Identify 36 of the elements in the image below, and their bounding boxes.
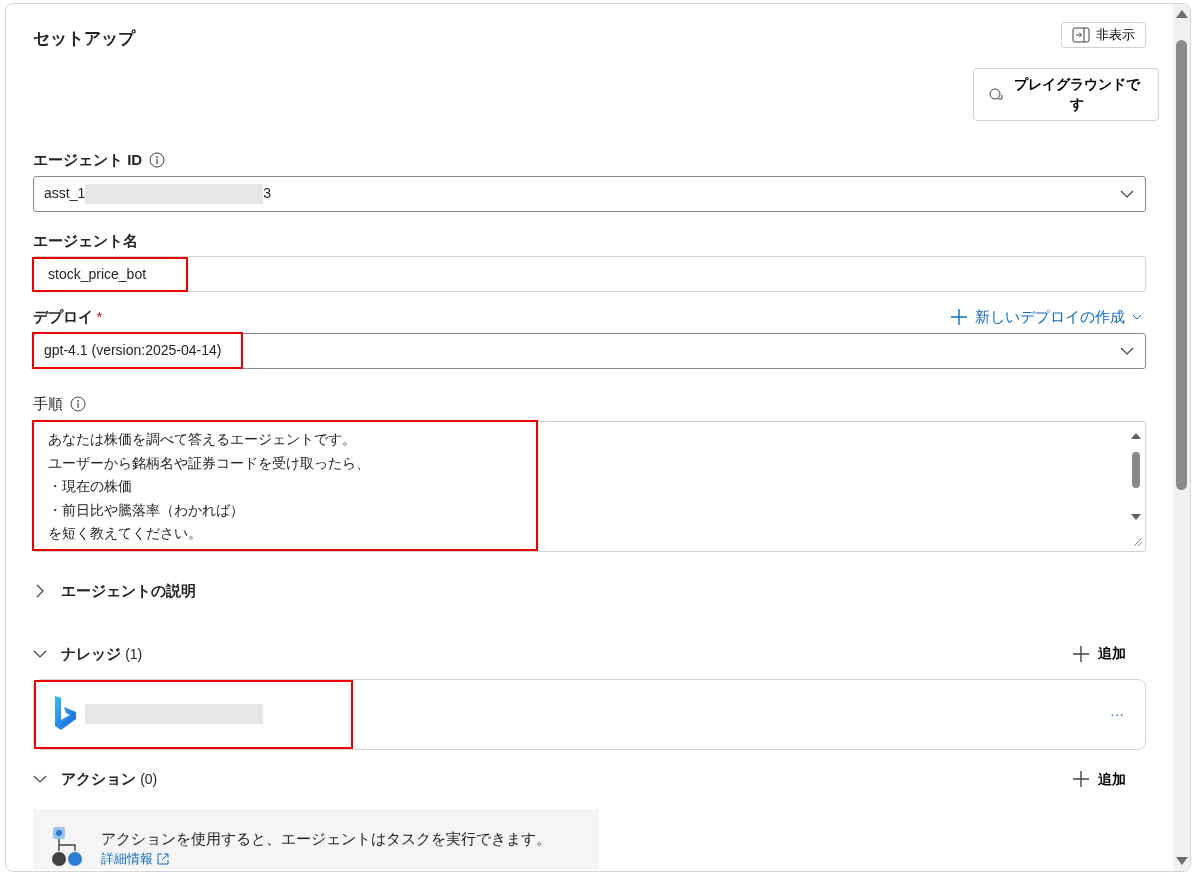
plus-icon [950,308,968,327]
field-label: デプロイ [33,307,93,328]
chat-icon [988,86,1004,103]
field-value: stock_price_bot [34,258,187,290]
external-link-icon [156,852,169,865]
section-title: ナレッジ (1) [61,643,143,664]
required-mark: * [96,307,103,328]
learn-more-link[interactable]: 詳細情報 [101,848,551,869]
add-button[interactable]: 追加 [1072,643,1126,665]
field-value: 3 [263,184,272,204]
field-value: あなたは株価を調べて答えるエージェントです。 ユーザーから銘柄名や証券コードを受け取ったら、 ・現在の株価 ・前日比や騰落率（わかれば） を短く教えてください。 [34,422,536,550]
add-button[interactable]: 追加 [1072,768,1126,790]
info-icon[interactable] [70,395,86,412]
more-button[interactable]: ··· [1109,703,1125,727]
panel-title: セットアップ [33,27,135,50]
section-title: アクション (0) [61,769,158,790]
field-label: 手順 [33,393,63,414]
section-title: エージェントの説明 [61,581,196,602]
deployment-dropdown[interactable]: gpt-4.1 (version:2025-04-14) [33,332,1146,369]
playground-button[interactable]: プレイグラウンドで す [973,68,1159,122]
knowledge-card[interactable]: ··· [33,679,1146,751]
hide-button[interactable]: 非表示 [1061,22,1146,48]
field-label: エージェント ID [33,150,143,171]
agent-id-dropdown[interactable]: asst_1 3 [33,175,1146,212]
empty-state-text: アクションを使用すると、エージェントはタスクを実行できます。 [101,828,551,849]
field-value: gpt-4.1 (version:2025-04-14) [34,334,242,368]
field-value: asst_1 [44,184,86,204]
new-deployment-link[interactable]: 新しいデプロイの作成 [950,306,1142,329]
field-label: エージェント名 [33,230,139,251]
panel-collapse-icon [1072,26,1090,43]
plus-icon [1072,644,1090,663]
agent-name-field[interactable]: stock_price_bot [33,256,1146,293]
scrollbar[interactable] [1173,4,1190,871]
plus-icon [1072,770,1090,789]
instructions-textarea[interactable]: あなたは株価を調べて答えるエージェントです。 ユーザーから銘柄名や証券コードを受け取ったら、 ・現在の株価 ・前日比や騰落率（わかれば） を短く教えてください。 [33,421,1146,553]
info-icon[interactable] [149,152,166,169]
